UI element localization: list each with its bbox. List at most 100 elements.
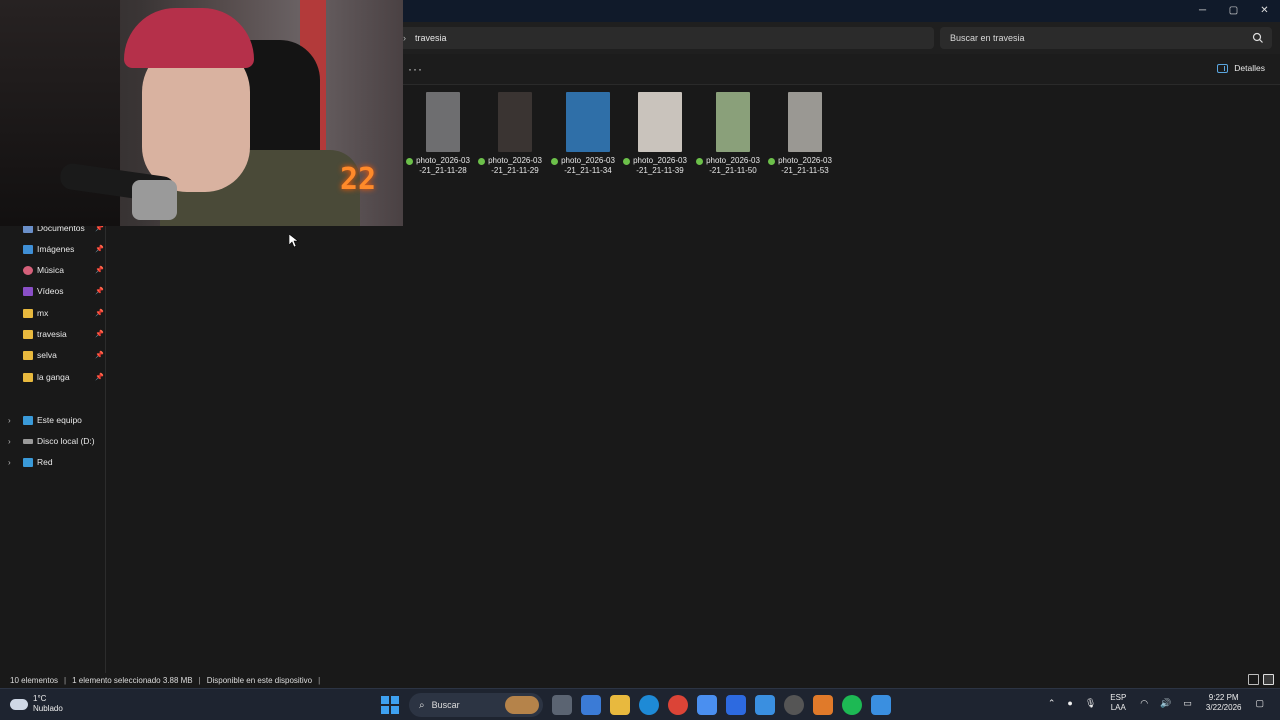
details-view-icon[interactable] [1248,674,1259,685]
app-icon[interactable] [871,695,891,715]
volume-icon[interactable]: 🔊 [1160,698,1171,709]
expand-chevron-icon[interactable]: › [8,416,11,425]
mail-icon[interactable] [755,695,775,715]
webcam-microphone [132,180,177,220]
sync-status-icon [696,158,703,165]
expand-chevron-icon[interactable]: › [8,437,11,446]
edge-icon[interactable] [639,695,659,715]
taskbar-search[interactable]: ⌕ Buscar [409,693,543,717]
pin-icon[interactable]: 📌 [95,309,104,317]
sync-status-icon [623,158,630,165]
sidebar-item-label: Música [37,265,64,275]
widgets-icon[interactable] [581,695,601,715]
folder-icon [23,329,33,339]
sync-status-icon [406,158,413,165]
clock-time: 9:22 PM [1208,693,1239,702]
search-icon: ⌕ [419,699,425,711]
sidebar-item-red[interactable]: › Red [0,452,106,472]
file-name-line: -21_21-11-28 [419,166,467,175]
address-bar[interactable]: › travesia [398,27,934,49]
wifi-icon[interactable]: ◠ [1140,698,1148,709]
windows-logo-icon [381,696,399,714]
tray-app-icon[interactable]: ● [1067,698,1072,708]
selection-info: 1 elemento seleccionado 3.88 MB [72,676,193,685]
large-icons-view-icon[interactable] [1263,674,1274,685]
pin-icon[interactable]: 📌 [95,266,104,274]
status-bar: 10 elementos | 1 elemento seleccionado 3… [0,673,1280,688]
sidebar-item-label: Vídeos [37,286,64,296]
app-icon[interactable] [726,695,746,715]
taskbar-apps: ⌕ Buscar [380,693,891,717]
file-item[interactable]: photo_2026-03 -21_21-11-39 [623,92,694,176]
close-button[interactable]: ✕ [1249,0,1280,20]
file-item[interactable]: photo_2026-03 -21_21-11-29 [478,92,549,176]
file-name: photo_2026-03 -21_21-11-28 [406,156,477,176]
notifications-icon[interactable]: ▢ [1255,698,1264,709]
chrome-icon[interactable] [668,695,688,715]
sidebar-item-disco-local[interactable]: › Disco local (D:) [0,431,106,451]
microphone-icon[interactable]: 🎙 [1085,698,1096,709]
sidebar-item-label: la ganga [37,372,70,382]
pin-icon[interactable]: 📌 [95,330,104,338]
maximize-button[interactable]: ▢ [1218,0,1249,20]
language-indicator[interactable]: ESP LAA [1110,693,1126,713]
taskbar-search-label: Buscar [431,700,460,710]
sync-status-icon [768,158,775,165]
sidebar-item-mx[interactable]: mx 📌 [0,303,106,323]
file-name-line: -21_21-11-29 [491,166,539,175]
music-icon [23,265,33,275]
sidebar-item-este-equipo[interactable]: › Este equipo [0,410,106,430]
sidebar-item-selva[interactable]: selva 📌 [0,345,106,365]
app-icon[interactable] [813,695,833,715]
details-label: Detalles [1234,63,1265,73]
pin-icon[interactable]: 📌 [95,287,104,295]
clock[interactable]: 9:22 PM 3/22/2026 [1206,693,1242,713]
sidebar-item-label: Disco local (D:) [37,436,95,446]
weather-description: Nublado [33,704,63,713]
sidebar-item-la-ganga[interactable]: la ganga 📌 [0,367,106,387]
start-button[interactable] [380,695,400,715]
search-highlight-image [505,696,539,714]
details-pane-icon [1217,63,1229,73]
file-name-line: photo_2026-03 [706,156,760,165]
sidebar-item-videos[interactable]: Vídeos 📌 [0,281,106,301]
file-name: photo_2026-03 -21_21-11-29 [478,156,549,176]
photo-thumbnail [566,92,610,152]
file-explorer-icon[interactable] [610,695,630,715]
file-item[interactable]: photo_2026-03 -21_21-11-50 [696,92,767,176]
pin-icon[interactable]: 📌 [95,373,104,381]
view-toggle [1248,674,1274,685]
pin-icon[interactable]: 📌 [95,245,104,253]
sidebar-item-label: selva [37,350,57,360]
search-input[interactable]: Buscar en travesia [940,27,1272,49]
file-item[interactable]: photo_2026-03 -21_21-11-28 [406,92,477,176]
minimize-button[interactable]: ─ [1187,0,1218,20]
sidebar-item-travesia[interactable]: travesia 📌 [0,324,106,344]
store-icon[interactable] [697,695,717,715]
obs-icon[interactable] [784,695,804,715]
sidebar-item-label: travesia [37,329,67,339]
availability-status: Disponible en este dispositivo [206,676,313,685]
taskbar: 1°C Nublado ⌕ Buscar ⌃ ● 🎙 ESP LAA ◠ 🔊 ▭… [0,688,1280,720]
chevron-up-icon[interactable]: ⌃ [1048,698,1056,709]
task-view-icon[interactable] [552,695,572,715]
file-item[interactable]: photo_2026-03 -21_21-11-34 [551,92,622,176]
photo-thumbnail [638,92,682,152]
more-options-button[interactable]: ··· [408,62,423,76]
battery-icon[interactable]: ▭ [1183,698,1192,709]
weather-widget[interactable]: 1°C Nublado [10,694,63,714]
file-name-line: photo_2026-03 [633,156,687,165]
sidebar-item-musica[interactable]: Música 📌 [0,260,106,280]
photo-thumbnail [788,92,822,152]
search-icon[interactable] [1252,32,1264,44]
webcam-neon-number: 22 [340,162,377,197]
breadcrumb-current[interactable]: travesia [415,33,447,43]
sidebar-item-imagenes[interactable]: Imágenes 📌 [0,239,106,259]
file-name: photo_2026-03 -21_21-11-53 [768,156,839,176]
folder-icon [23,308,33,318]
details-button[interactable]: Detalles [1217,63,1265,73]
expand-chevron-icon[interactable]: › [8,458,11,467]
file-item[interactable]: photo_2026-03 -21_21-11-53 [768,92,839,176]
spotify-icon[interactable] [842,695,862,715]
pin-icon[interactable]: 📌 [95,351,104,359]
